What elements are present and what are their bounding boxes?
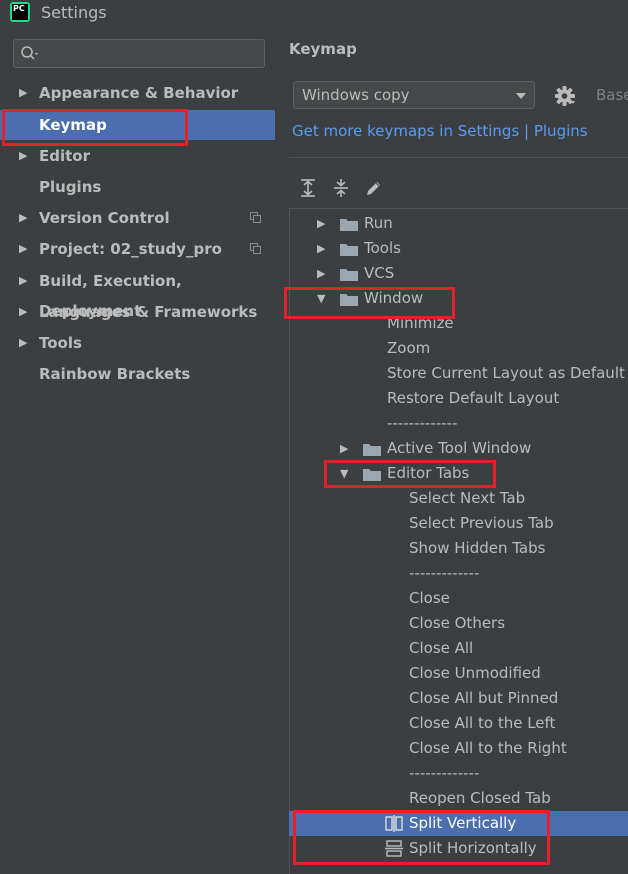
tree-separator: -------------: [387, 414, 458, 432]
sidebar-item-project[interactable]: ▶ Project: 02_study_pro: [0, 234, 275, 264]
get-more-keymaps-link[interactable]: Get more keymaps in Settings | Plugins: [292, 122, 588, 140]
edit-icon[interactable]: [364, 178, 382, 198]
divider: [289, 157, 628, 158]
expand-arrow-icon: ▶: [19, 274, 28, 287]
sidebar-item-tools[interactable]: ▶ Tools: [0, 328, 275, 358]
tree-action-close-unmodified[interactable]: Close Unmodified: [289, 661, 628, 686]
pycharm-logo-icon: PC: [10, 2, 30, 22]
tree-folder-active-tool-window[interactable]: ▶ Active Tool Window: [289, 436, 628, 461]
tree-action-store-layout[interactable]: Store Current Layout as Default: [289, 361, 628, 386]
tree-separator: -------------: [409, 764, 480, 782]
folder-icon: [340, 219, 358, 231]
collapse-all-icon[interactable]: [332, 178, 350, 198]
tree-action-close-all-but-pinned[interactable]: Close All but Pinned: [289, 686, 628, 711]
expand-arrow-icon: ▶: [317, 267, 326, 280]
tree-action-close-all-right[interactable]: Close All to the Right: [289, 736, 628, 761]
expand-all-icon[interactable]: [299, 178, 317, 198]
tree-action-close-all[interactable]: Close All: [289, 636, 628, 661]
expand-arrow-icon: ▶: [317, 242, 326, 255]
expand-arrow-icon: ▶: [19, 242, 28, 255]
tree-action-restore-layout[interactable]: Restore Default Layout: [289, 386, 628, 411]
expand-arrow-icon: ▶: [19, 305, 28, 318]
tree-action-close-all-left[interactable]: Close All to the Left: [289, 711, 628, 736]
gear-icon[interactable]: [554, 85, 576, 107]
folder-icon: [340, 269, 358, 281]
sidebar-item-plugins[interactable]: Plugins: [0, 172, 275, 202]
tree-action-close-others[interactable]: Close Others: [289, 611, 628, 636]
search-input[interactable]: [13, 39, 265, 68]
project-scope-icon: [250, 212, 261, 223]
tree-action-reopen-closed-tab[interactable]: Reopen Closed Tab: [289, 786, 628, 811]
window-title: Settings: [41, 3, 107, 22]
tree-separator: -------------: [409, 564, 480, 582]
highlight-box-window: [284, 287, 455, 319]
expand-arrow-icon: ▶: [19, 211, 28, 224]
project-scope-icon: [250, 243, 261, 254]
sidebar-item-rainbow-brackets[interactable]: Rainbow Brackets: [0, 359, 275, 389]
highlight-box-editor-tabs: [324, 460, 496, 488]
chevron-down-icon: [516, 93, 526, 99]
sidebar-item-appearance[interactable]: ▶ Appearance & Behavior: [0, 78, 275, 108]
search-icon: [21, 46, 38, 60]
folder-icon: [363, 444, 381, 456]
keymap-select[interactable]: Windows copy: [293, 81, 535, 109]
sidebar-item-build[interactable]: ▶ Build, Execution, Deployment: [0, 266, 275, 320]
expand-arrow-icon: ▶: [19, 336, 28, 349]
tree-action-close[interactable]: Close: [289, 586, 628, 611]
tree-action-zoom[interactable]: Zoom: [289, 336, 628, 361]
tree-folder-tools[interactable]: ▶ Tools: [289, 236, 628, 261]
expand-arrow-icon: ▶: [340, 442, 349, 455]
base-label: Base: [596, 86, 628, 104]
expand-arrow-icon: ▶: [19, 86, 28, 99]
tree-folder-run[interactable]: ▶ Run: [289, 211, 628, 236]
sidebar-item-languages[interactable]: ▶ Languages & Frameworks: [0, 297, 275, 327]
tree-folder-vcs[interactable]: ▶ VCS: [289, 261, 628, 286]
highlight-box-keymap: [2, 109, 188, 146]
expand-arrow-icon: ▶: [317, 217, 326, 230]
tree-action-select-next-tab[interactable]: Select Next Tab: [289, 486, 628, 511]
page-title: Keymap: [289, 40, 357, 58]
folder-icon: [340, 244, 358, 256]
title-bar: PC Settings: [0, 0, 628, 26]
highlight-box-split-actions: [293, 810, 550, 865]
tree-action-select-previous-tab[interactable]: Select Previous Tab: [289, 511, 628, 536]
sidebar-item-version-control[interactable]: ▶ Version Control: [0, 203, 275, 233]
tree-action-show-hidden-tabs[interactable]: Show Hidden Tabs: [289, 536, 628, 561]
